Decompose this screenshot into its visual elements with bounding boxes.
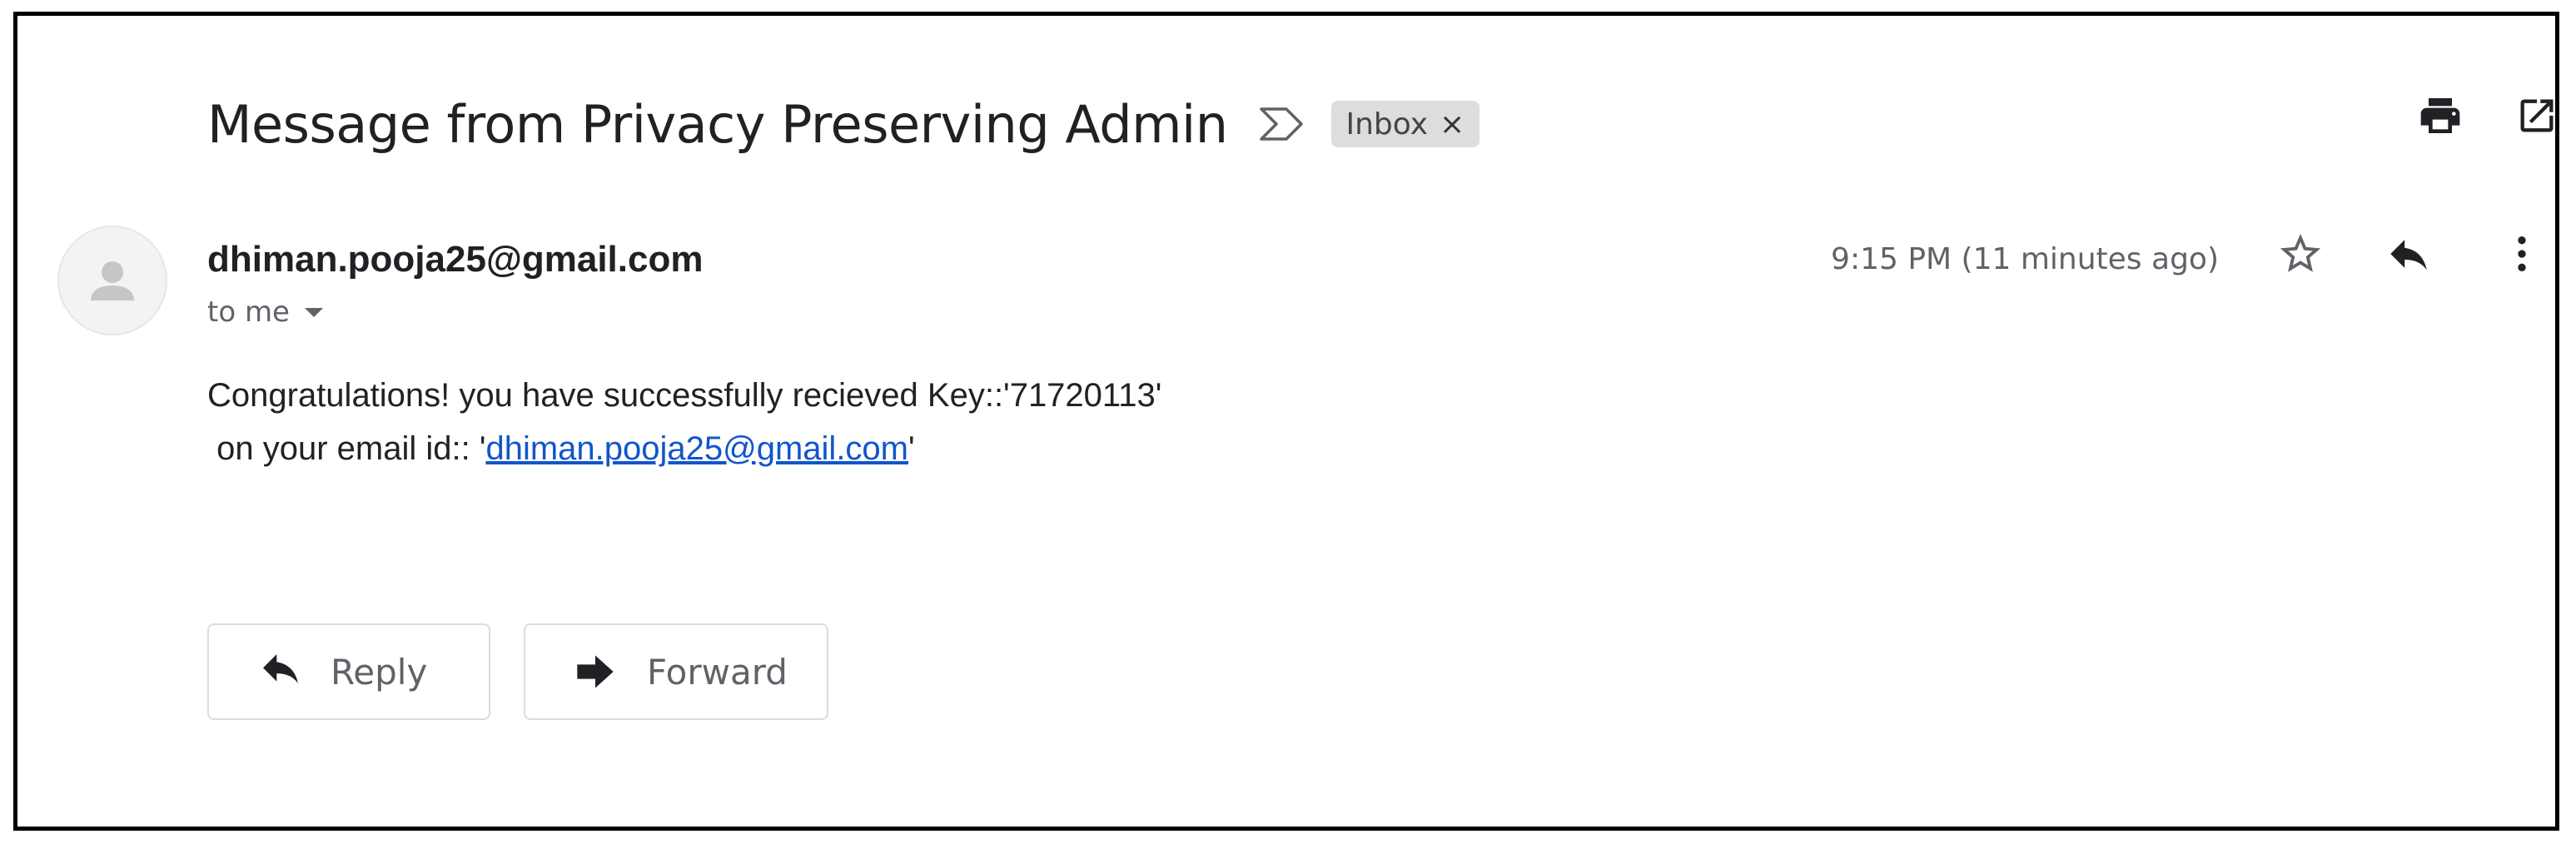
open-new-window-icon[interactable] xyxy=(2510,89,2564,142)
sender-avatar xyxy=(57,226,167,335)
star-icon[interactable] xyxy=(2274,227,2327,281)
reply-icon[interactable] xyxy=(2382,227,2435,281)
person-icon xyxy=(91,261,134,300)
email-view: Message from Privacy Preserving Admin In… xyxy=(13,12,2559,831)
reply-button-label: Reply xyxy=(331,651,428,693)
recipient-text: to me xyxy=(207,295,290,329)
print-all-icon[interactable] xyxy=(2414,89,2467,142)
message-body: Congratulations! you have successfully r… xyxy=(207,369,1161,475)
importance-marker-icon[interactable] xyxy=(1258,105,1306,143)
forward-button-label: Forward xyxy=(647,651,788,693)
message-line-1: Congratulations! you have successfully r… xyxy=(207,377,1162,414)
sender-address[interactable]: dhiman.pooja25@gmail.com xyxy=(207,239,703,281)
more-options-icon[interactable] xyxy=(2495,227,2549,281)
inbox-label-chip: Inbox × xyxy=(1330,101,1480,147)
forward-button[interactable]: Forward xyxy=(524,623,828,720)
message-line-2-suffix: ' xyxy=(908,430,915,467)
reply-arrow-icon xyxy=(257,652,304,692)
forward-arrow-icon xyxy=(574,652,620,692)
message-timestamp: 9:15 PM (11 minutes ago) xyxy=(1831,242,2219,276)
label-text: Inbox xyxy=(1345,107,1429,142)
recipient-info: to me xyxy=(207,295,323,329)
message-line-2-prefix: on your email id:: ' xyxy=(207,430,486,467)
email-link[interactable]: dhiman.pooja25@gmail.com xyxy=(485,430,908,467)
remove-label-button[interactable]: × xyxy=(1440,107,1465,142)
reply-button[interactable]: Reply xyxy=(207,623,490,720)
subject-row: Message from Privacy Preserving Admin In… xyxy=(207,81,1480,167)
message-line-2: on your email id:: 'dhiman.pooja25@gmail… xyxy=(207,422,1161,475)
email-subject: Message from Privacy Preserving Admin xyxy=(207,93,1228,155)
recipient-details-caret-icon[interactable] xyxy=(304,307,323,317)
